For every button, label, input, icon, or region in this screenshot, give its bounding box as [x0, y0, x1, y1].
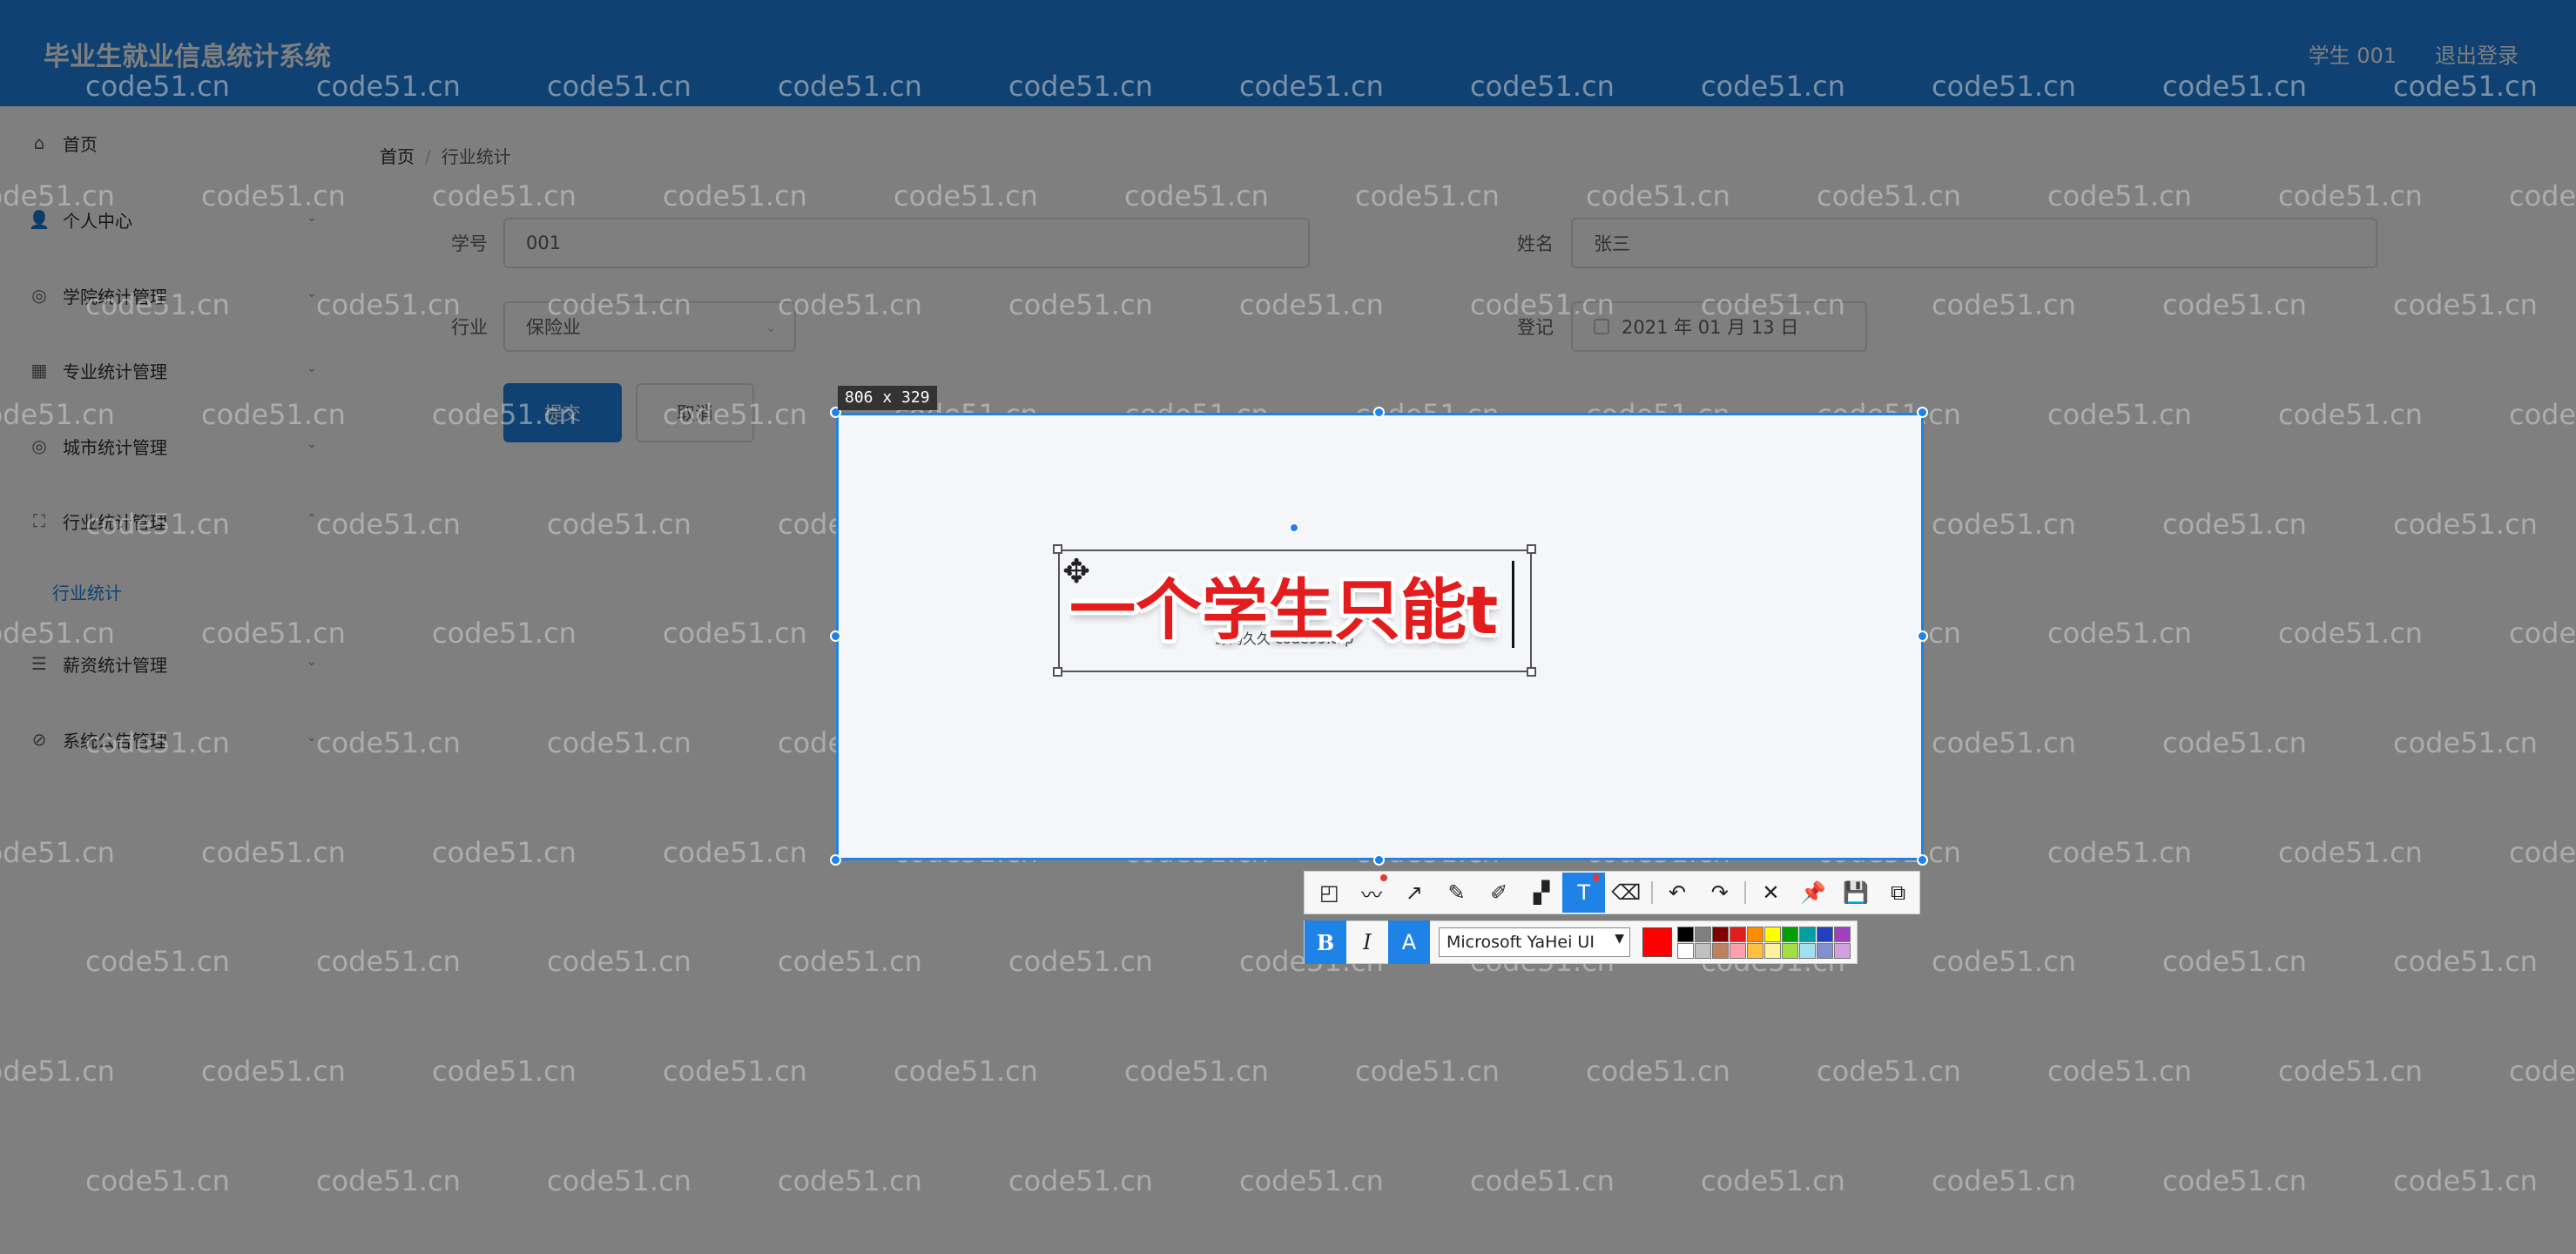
eraser-tool-icon[interactable]: ⌫: [1605, 873, 1648, 913]
resize-handle[interactable]: [830, 854, 841, 866]
color-swatch[interactable]: [1834, 926, 1851, 942]
copy-icon[interactable]: ⧉: [1877, 873, 1919, 913]
arrow-tool-icon[interactable]: ↗: [1393, 873, 1435, 913]
resize-handle[interactable]: [1917, 854, 1928, 866]
text-box-handle[interactable]: [1527, 544, 1536, 554]
color-swatch[interactable]: [1764, 942, 1781, 959]
indicator-dot: [1380, 874, 1388, 881]
pen-tool-icon[interactable]: ✎: [1435, 873, 1478, 913]
mosaic-tool-icon[interactable]: ▞: [1521, 873, 1563, 913]
curve-tool-icon[interactable]: 〰: [1351, 873, 1393, 913]
undo-icon[interactable]: ↶: [1656, 873, 1699, 913]
save-icon[interactable]: 💾: [1835, 873, 1878, 913]
close-icon[interactable]: ✕: [1750, 873, 1792, 913]
color-swatch[interactable]: [1817, 926, 1833, 942]
rotate-handle[interactable]: [1289, 522, 1299, 533]
marker-tool-icon[interactable]: ✐: [1478, 873, 1521, 913]
current-color-swatch[interactable]: [1642, 927, 1672, 957]
text-color-icon[interactable]: A: [1388, 920, 1430, 964]
color-swatch[interactable]: [1799, 926, 1816, 942]
color-palette: [1677, 926, 1851, 959]
resize-handle[interactable]: [1373, 854, 1385, 866]
resize-handle[interactable]: [830, 630, 841, 642]
color-swatch[interactable]: [1730, 926, 1746, 942]
color-swatch[interactable]: [1747, 942, 1763, 959]
text-box-handle[interactable]: [1053, 667, 1062, 677]
toolbar-separator: [1650, 881, 1653, 904]
font-select-value: Microsoft YaHei UI: [1446, 933, 1595, 952]
text-tool-icon[interactable]: T: [1562, 873, 1606, 913]
resize-handle[interactable]: [1917, 407, 1928, 418]
font-select[interactable]: Microsoft YaHei UI ▼: [1439, 927, 1630, 957]
color-swatch[interactable]: [1695, 926, 1711, 942]
indicator-dot: [1593, 874, 1601, 881]
color-swatch[interactable]: [1747, 926, 1763, 942]
text-caret: [1512, 561, 1514, 648]
color-swatch[interactable]: [1782, 926, 1798, 942]
text-format-toolbar: B I A Microsoft YaHei UI ▼: [1304, 920, 1858, 964]
resize-handle[interactable]: [1373, 407, 1385, 418]
color-swatch[interactable]: [1695, 942, 1711, 959]
caret-down-icon: ▼: [1615, 932, 1624, 946]
annotation-toolbar: ◰ 〰 ↗ ✎ ✐ ▞ T ⌫ ↶ ↷ ✕ 📌 💾 ⧉: [1304, 871, 1920, 914]
move-icon[interactable]: ✥: [1057, 552, 1096, 590]
color-swatch[interactable]: [1712, 942, 1729, 959]
color-swatch[interactable]: [1834, 942, 1851, 959]
color-swatch[interactable]: [1677, 926, 1694, 942]
color-swatch[interactable]: [1782, 942, 1798, 959]
color-swatch[interactable]: [1799, 942, 1816, 959]
color-swatch[interactable]: [1730, 942, 1746, 959]
color-swatch[interactable]: [1712, 926, 1729, 942]
toolbar-separator: [1744, 881, 1747, 904]
selection-size-label: 806 x 329: [838, 386, 937, 410]
redo-icon[interactable]: ↷: [1698, 873, 1741, 913]
text-box-handle[interactable]: [1527, 667, 1536, 677]
bold-button[interactable]: B: [1305, 920, 1346, 964]
pin-icon[interactable]: 📌: [1792, 873, 1835, 913]
resize-handle[interactable]: [1917, 630, 1928, 642]
italic-button[interactable]: I: [1346, 920, 1388, 964]
rectangle-tool-icon[interactable]: ◰: [1308, 873, 1351, 913]
annotation-text[interactable]: 一个学生只能t: [1069, 571, 1512, 650]
color-swatch[interactable]: [1817, 942, 1833, 959]
color-swatch[interactable]: [1764, 926, 1781, 942]
color-swatch[interactable]: [1677, 942, 1694, 959]
